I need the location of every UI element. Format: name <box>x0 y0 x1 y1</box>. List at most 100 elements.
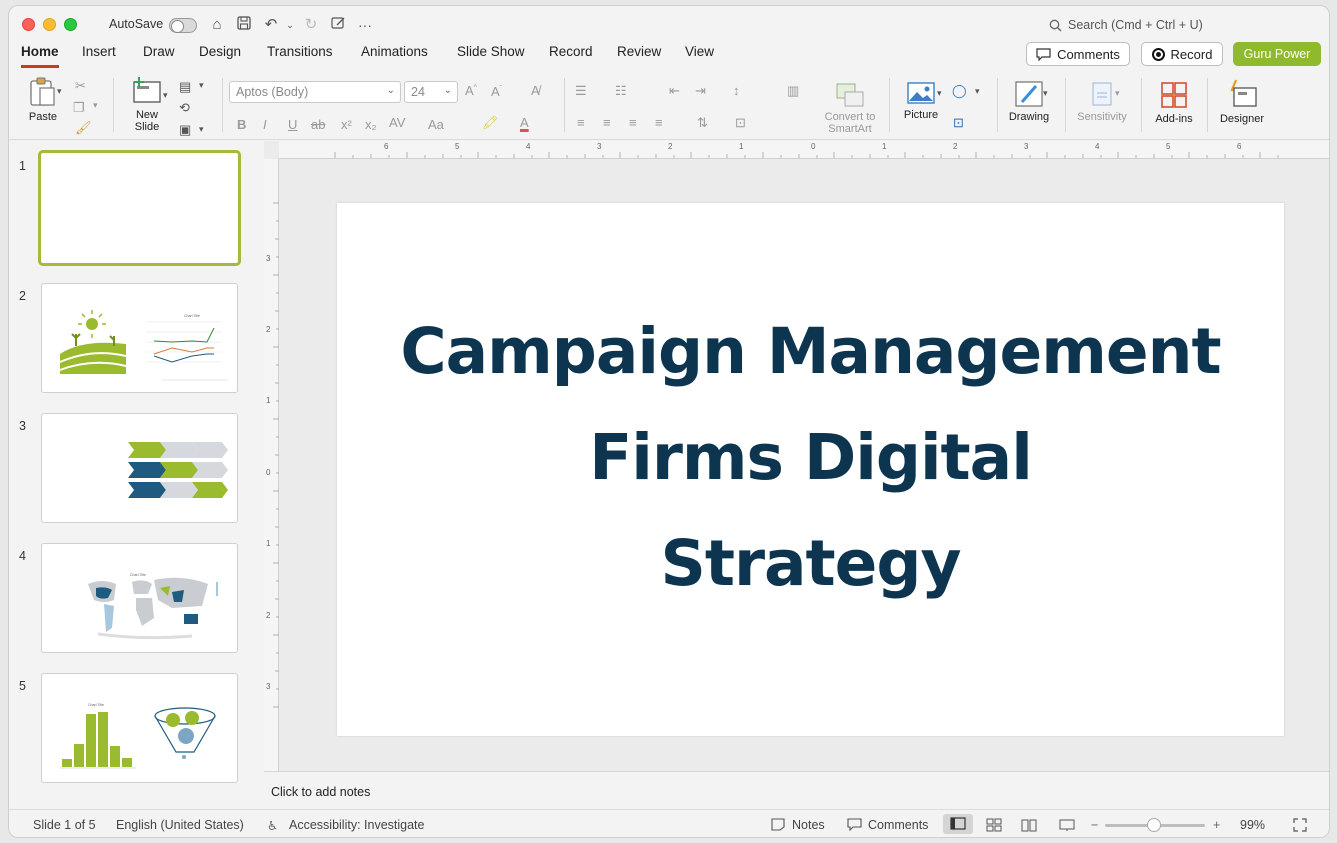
redo-icon[interactable]: ↻ <box>302 16 320 34</box>
save-icon[interactable] <box>235 16 253 34</box>
tab-view[interactable]: View <box>685 44 714 65</box>
zoom-slider-handle[interactable] <box>1147 818 1162 832</box>
character-spacing-icon[interactable]: AV <box>389 115 405 130</box>
strikethrough-icon[interactable]: ab <box>311 117 325 132</box>
align-text-icon[interactable]: ⊡ <box>735 115 746 131</box>
line-spacing-icon[interactable]: ↕ <box>733 83 740 98</box>
bold-icon[interactable]: B <box>237 117 246 132</box>
italic-icon[interactable]: I <box>263 117 267 132</box>
slide-thumbnail-2[interactable]: Chart Title <box>41 283 238 393</box>
accessibility-icon[interactable]: ♿︎ <box>267 818 278 833</box>
home-icon[interactable]: ⌂ <box>208 16 226 34</box>
zoom-in-icon[interactable]: + <box>1213 818 1220 832</box>
decrease-font-icon[interactable]: Aˇ <box>491 84 502 99</box>
font-color-icon[interactable]: A <box>520 115 529 130</box>
comments-button[interactable]: Comments <box>1026 42 1130 66</box>
justify-icon[interactable]: ≡ <box>655 115 663 130</box>
font-size-select[interactable]: 24 ⌄ <box>404 81 458 103</box>
tab-animations[interactable]: Animations <box>361 44 428 65</box>
search-box[interactable]: Search (Cmd + Ctrl + U) <box>1049 18 1203 32</box>
superscript-icon[interactable]: x² <box>341 117 352 132</box>
section-dropdown-icon[interactable]: ▾ <box>199 124 204 135</box>
slide-show-icon[interactable] <box>1059 818 1075 835</box>
copy-icon[interactable]: ❐ <box>73 100 85 116</box>
format-painter-icon[interactable]: 🖌 <box>75 120 92 136</box>
increase-indent-icon[interactable]: ⇥ <box>695 83 706 99</box>
tab-transitions[interactable]: Transitions <box>267 44 333 65</box>
align-center-icon[interactable]: ≡ <box>603 115 611 130</box>
slide-title-textbox[interactable]: Campaign Management Firms Digital Strate… <box>337 299 1284 617</box>
sensitivity-button[interactable]: Sensitivity <box>1073 80 1131 123</box>
bullets-icon[interactable]: ☰ <box>575 83 587 99</box>
sensitivity-dropdown-icon[interactable]: ▾ <box>1115 88 1120 99</box>
undo-icon[interactable]: ↶ <box>262 16 280 34</box>
numbering-icon[interactable]: ☷ <box>615 83 627 99</box>
notes-pane[interactable]: Click to add notes <box>264 771 1329 809</box>
notes-toggle[interactable]: Notes <box>792 818 825 832</box>
tab-draw[interactable]: Draw <box>143 44 175 65</box>
layout-dropdown-icon[interactable]: ▾ <box>199 80 204 91</box>
shapes-icon[interactable]: ◯ <box>952 83 967 99</box>
decrease-indent-icon[interactable]: ⇤ <box>669 83 680 99</box>
slide-thumbnail-5[interactable]: Chart Title <box>41 673 238 783</box>
tab-record[interactable]: Record <box>549 44 593 65</box>
text-direction-icon[interactable]: ⇅ <box>697 115 708 131</box>
layout-icon[interactable]: ▤ <box>179 79 191 95</box>
section-icon[interactable]: ▣ <box>179 122 191 138</box>
shapes-dropdown-icon[interactable]: ▾ <box>975 86 980 97</box>
tab-review[interactable]: Review <box>617 44 661 65</box>
new-slide-button[interactable]: New Slide <box>125 76 169 133</box>
underline-icon[interactable]: U <box>288 117 297 132</box>
reading-view-icon[interactable] <box>1021 818 1037 835</box>
align-left-icon[interactable]: ≡ <box>577 115 585 130</box>
accessibility-status[interactable]: Accessibility: Investigate <box>289 818 424 832</box>
tab-slide-show[interactable]: Slide Show <box>457 44 525 65</box>
slide-thumbnail-4[interactable]: Chart Title <box>41 543 238 653</box>
maximize-window-button[interactable] <box>64 18 77 31</box>
close-window-button[interactable] <box>22 18 35 31</box>
zoom-out-icon[interactable]: − <box>1091 818 1098 832</box>
increase-font-icon[interactable]: A^ <box>465 83 477 98</box>
undo-dropdown-icon[interactable]: ⌄ <box>281 16 299 34</box>
zoom-slider[interactable] <box>1105 818 1205 832</box>
tab-insert[interactable]: Insert <box>82 44 116 65</box>
change-case-icon[interactable]: Aa <box>428 117 444 132</box>
columns-icon[interactable]: ▥ <box>787 83 799 99</box>
paste-button[interactable]: Paste <box>23 76 63 123</box>
copy-dropdown-icon[interactable]: ▾ <box>93 100 98 111</box>
slide-thumbnail-3[interactable] <box>41 413 238 523</box>
slide-sorter-icon[interactable] <box>986 818 1002 835</box>
addins-button[interactable]: Add-ins <box>1149 80 1199 125</box>
zoom-level[interactable]: 99% <box>1240 818 1265 832</box>
font-name-select[interactable]: Aptos (Body) ⌄ <box>229 81 401 103</box>
customize-icon[interactable] <box>329 16 347 34</box>
subscript-icon[interactable]: x₂ <box>365 117 377 132</box>
picture-dropdown-icon[interactable]: ▾ <box>937 88 942 99</box>
drawing-button[interactable]: Drawing <box>1005 80 1053 123</box>
minimize-window-button[interactable] <box>43 18 56 31</box>
more-options-icon[interactable]: ··· <box>356 16 374 34</box>
picture-button[interactable]: Picture <box>899 80 943 121</box>
language[interactable]: English (United States) <box>116 818 244 832</box>
guru-power-button[interactable]: Guru Power <box>1233 42 1321 66</box>
slide-thumbnail-1[interactable] <box>38 150 241 266</box>
convert-smartart-button[interactable]: Convert to SmartArt <box>817 82 883 135</box>
record-button[interactable]: Record <box>1141 42 1223 66</box>
fit-to-window-icon[interactable] <box>1293 818 1307 835</box>
text-box-icon[interactable]: ⊡ <box>953 115 964 131</box>
notes-icon[interactable] <box>771 818 785 834</box>
highlight-icon[interactable]: 🖍 <box>482 115 499 131</box>
align-right-icon[interactable]: ≡ <box>629 115 637 130</box>
comments-status-icon[interactable] <box>847 818 862 834</box>
clear-formatting-icon[interactable]: A̸ <box>531 83 540 98</box>
tab-design[interactable]: Design <box>199 44 241 65</box>
normal-view-button[interactable] <box>943 814 973 834</box>
autosave-toggle[interactable] <box>169 18 197 33</box>
cut-icon[interactable]: ✂ <box>75 78 86 94</box>
paste-dropdown-icon[interactable]: ▾ <box>57 86 62 97</box>
new-slide-dropdown-icon[interactable]: ▾ <box>163 90 168 101</box>
slide-canvas[interactable]: Campaign Management Firms Digital Strate… <box>337 203 1284 736</box>
reset-icon[interactable]: ⟲ <box>179 100 190 116</box>
tab-home[interactable]: Home <box>21 44 59 68</box>
designer-button[interactable]: Designer <box>1215 78 1269 125</box>
